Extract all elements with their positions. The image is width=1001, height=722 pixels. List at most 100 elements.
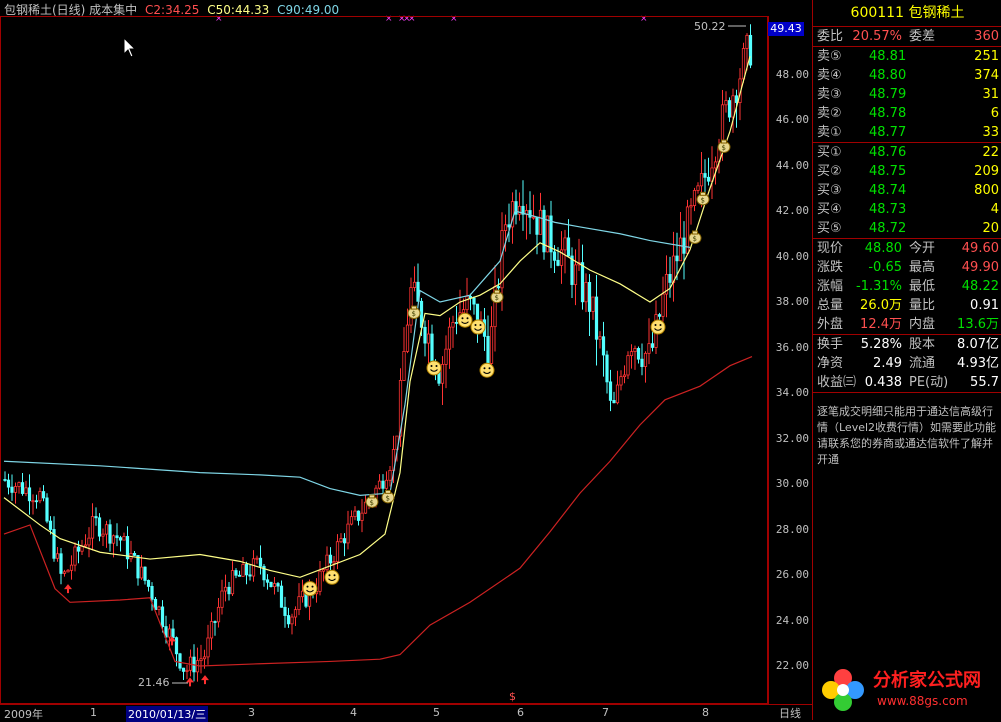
candle-body	[258, 557, 263, 567]
smiley-icon	[650, 319, 666, 335]
candle-body	[83, 544, 88, 547]
candle-body	[591, 296, 595, 312]
candle-body	[650, 343, 655, 348]
c90-indicator: C90:49.00	[277, 3, 340, 17]
signal-marker: ×	[408, 14, 416, 24]
candle-body	[31, 500, 35, 503]
period-mode[interactable]: 日线	[768, 704, 812, 721]
candle-body	[202, 656, 207, 660]
svg-text:$: $	[701, 196, 705, 204]
candle-body	[115, 535, 119, 539]
candle-body	[440, 363, 445, 384]
candle-body	[167, 628, 172, 638]
candlestick-chart[interactable]: × × ××× × ×$$$$$$$$	[0, 0, 768, 704]
candle-body	[20, 482, 25, 494]
candle-body	[157, 606, 161, 611]
candle-body	[3, 479, 7, 481]
candle-body	[601, 336, 606, 356]
smiley-icon	[470, 319, 486, 335]
candle-body	[377, 480, 382, 489]
candle-body	[234, 570, 238, 576]
candle-body	[608, 381, 613, 401]
candle-body	[101, 533, 105, 537]
candle-body	[122, 536, 126, 541]
candle-body	[209, 621, 214, 639]
buy-arrow-icon	[64, 584, 72, 594]
candle-body	[290, 616, 294, 625]
candle-body	[279, 585, 284, 608]
candle-body	[342, 538, 347, 544]
smiley-icon	[426, 360, 442, 376]
candle-body	[353, 510, 357, 518]
candle-body	[248, 574, 252, 577]
high-price-label: 50.22	[694, 20, 726, 33]
candle-body	[563, 237, 567, 251]
candle-body	[111, 535, 116, 544]
candle-body	[346, 523, 350, 544]
smiley-icon	[479, 362, 495, 378]
candle-body	[230, 570, 235, 595]
candle-body	[675, 255, 679, 262]
candle-body	[619, 376, 623, 386]
stock-name: 包钢稀土	[908, 5, 965, 21]
y-tick-label: 22.00	[775, 659, 809, 672]
ask-level-row: 卖② 48.78 6	[817, 106, 999, 121]
candle-body	[447, 326, 452, 350]
candle-body	[321, 569, 326, 572]
candle-body	[692, 190, 697, 206]
candle-body	[90, 516, 95, 539]
candle-body	[220, 590, 224, 608]
x-date-label: 3	[248, 706, 255, 719]
candle-body	[34, 500, 39, 503]
low-price-label: 21.46	[138, 676, 170, 689]
candle-body	[668, 274, 672, 283]
candle-body	[27, 487, 32, 502]
candle-body	[402, 351, 406, 381]
logo-url[interactable]: www.88gs.com	[877, 694, 968, 708]
candle-body	[430, 333, 434, 364]
candle-body	[139, 566, 144, 579]
candle-body	[349, 516, 354, 525]
candle-body	[265, 579, 270, 583]
candle-body	[552, 251, 557, 261]
candle-body	[206, 637, 210, 658]
x-date-label: 6	[517, 706, 524, 719]
bid-level-row: 买⑤ 48.72 20	[817, 221, 999, 236]
candle-body	[269, 581, 273, 587]
candle-body	[13, 486, 18, 493]
candle-body	[174, 637, 179, 655]
candle-body	[640, 358, 644, 367]
candle-body	[745, 34, 749, 49]
candle-body	[724, 100, 728, 106]
candle-body	[423, 326, 427, 344]
candle-body	[657, 314, 662, 317]
candle-body	[55, 553, 60, 559]
candle-body	[283, 606, 287, 616]
x-date-label: 7	[602, 706, 609, 719]
candle-body	[59, 553, 63, 574]
candle-body	[108, 524, 112, 544]
candle-body	[573, 264, 578, 285]
svg-text:$: $	[722, 144, 726, 152]
candle-body	[94, 516, 98, 519]
svg-text:$: $	[495, 294, 499, 302]
price-axis[interactable]: 48.00 46.00 44.00 42.00 40.00 38.00 36.00 34.00…	[768, 16, 813, 704]
candle-body	[223, 586, 228, 592]
stock-code: 600111	[850, 5, 904, 21]
money-bag-icon: $	[696, 191, 710, 206]
bid-level-row: 买③ 48.74 800	[817, 183, 999, 198]
candle-body	[629, 351, 634, 357]
candle-body	[150, 586, 154, 600]
candle-body	[244, 564, 249, 576]
candle-body	[405, 324, 410, 352]
date-axis[interactable]: 2009年 1 2010/01/13/三 3 4 5 6 7 8	[0, 704, 768, 722]
candle-body	[496, 286, 501, 289]
current-price-tag: 49.43	[768, 22, 804, 36]
candle-body	[384, 479, 389, 489]
candle-body	[489, 326, 494, 364]
smiley-icon	[457, 312, 473, 328]
candle-body	[76, 546, 81, 552]
candle-body	[6, 479, 11, 488]
candle-body	[465, 295, 469, 311]
candle-body	[62, 571, 67, 574]
